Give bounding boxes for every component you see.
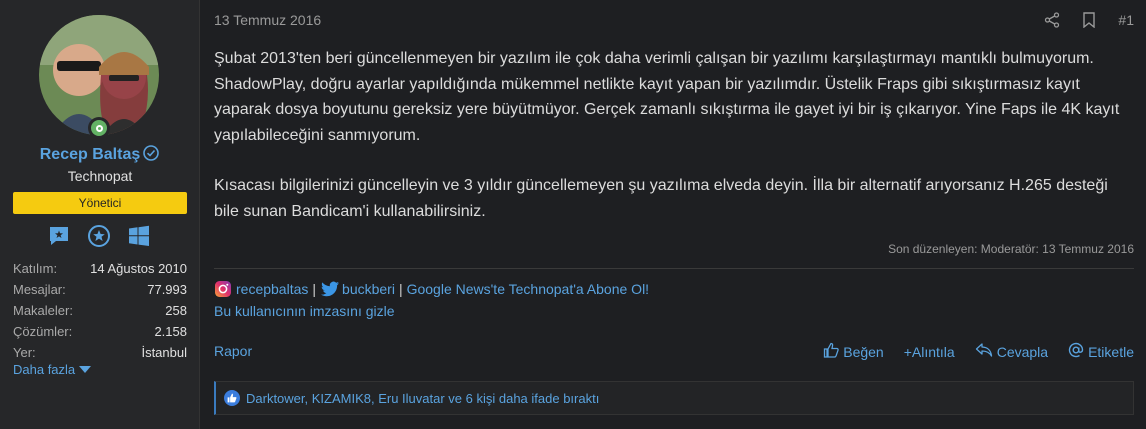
post-paragraph: Kısacası bilgilerinizi güncelleyin ve 3 … <box>214 177 1108 220</box>
reactions-text[interactable]: Darktower, KIZAMIK8, Eru Iluvatar ve 6 k… <box>246 391 599 406</box>
stat-value: İstanbul <box>141 345 187 360</box>
stat-value: 14 Ağustos 2010 <box>90 261 187 276</box>
reply-button[interactable]: Cevapla <box>975 342 1048 361</box>
username[interactable]: Recep Baltaş <box>0 144 200 167</box>
signature: recepbaltas | buckberi | Google News'te … <box>214 280 649 298</box>
verified-icon <box>142 144 160 167</box>
at-icon <box>1068 342 1084 361</box>
post-top-actions: #1 <box>1044 12 1134 28</box>
like-label: Beğen <box>843 343 884 360</box>
stat-value[interactable]: 2.158 <box>154 321 187 342</box>
post-number[interactable]: #1 <box>1118 12 1134 28</box>
hide-signature-link[interactable]: Bu kullanıcının imzasını gizle <box>214 303 395 319</box>
post-date[interactable]: 13 Temmuz 2016 <box>214 12 321 28</box>
star-badge-icon[interactable] <box>87 224 111 248</box>
separator: | <box>312 281 317 297</box>
stat-value[interactable]: 258 <box>165 300 187 321</box>
last-edited: Son düzenleyen: Moderatör: 13 Temmuz 201… <box>888 242 1134 256</box>
instagram-link[interactable]: recepbaltas <box>236 281 308 297</box>
share-icon[interactable] <box>1044 12 1060 28</box>
stat-label: Makaleler: <box>13 303 73 318</box>
thumbs-up-icon <box>823 342 839 361</box>
quote-label: +Alıntıla <box>903 343 955 360</box>
stat-row: Yer: İstanbul <box>13 342 187 363</box>
separator: | <box>398 281 403 297</box>
twitter-icon <box>320 280 340 298</box>
user-sidebar: Recep Baltaş Technopat Yönetici Katılım:… <box>0 0 200 429</box>
tag-label: Etiketle <box>1088 343 1134 360</box>
instagram-icon <box>214 280 232 298</box>
reply-label: Cevapla <box>996 343 1049 360</box>
user-title: Technopat <box>67 168 133 184</box>
comment-icon[interactable] <box>47 224 71 248</box>
like-button[interactable]: Beğen <box>823 342 884 361</box>
like-reaction-icon <box>224 390 240 406</box>
stat-label: Çözümler: <box>13 324 73 339</box>
stat-value[interactable]: 77.993 <box>147 279 187 300</box>
user-stats: Katılım: 14 Ağustos 2010 Mesajlar: 77.993 … <box>13 258 187 363</box>
windows-icon[interactable] <box>127 224 151 248</box>
google-news-link[interactable]: Google News'te Technopat'a Abone Ol! <box>407 281 649 297</box>
more-info-toggle[interactable]: Daha fazla <box>13 362 92 377</box>
stat-row: Mesajlar: 77.993 <box>13 279 187 300</box>
more-info-label: Daha fazla <box>13 362 76 377</box>
user-banners <box>47 224 151 248</box>
signature-divider <box>214 268 1134 269</box>
quote-button[interactable]: +Alıntıla <box>904 342 955 361</box>
post-paragraph: Şubat 2013'ten beri güncellenmeyen bir y… <box>214 50 1120 144</box>
role-badge: Yönetici <box>13 192 187 214</box>
caret-down-icon <box>79 362 92 377</box>
username-label: Recep Baltaş <box>39 146 141 163</box>
stat-label: Yer: <box>13 345 36 360</box>
stat-row: Katılım: 14 Ağustos 2010 <box>13 258 187 279</box>
report-link[interactable]: Rapor <box>214 343 252 359</box>
stat-row: Çözümler: 2.158 <box>13 321 187 342</box>
bookmark-icon[interactable] <box>1082 12 1096 28</box>
reply-icon <box>975 342 993 361</box>
post-body: Şubat 2013'ten beri güncellenmeyen bir y… <box>214 46 1134 249</box>
stat-row: Makaleler: 258 <box>13 300 187 321</box>
online-status-icon <box>88 117 110 139</box>
tag-button[interactable]: Etiketle <box>1068 342 1134 361</box>
stat-label: Katılım: <box>13 261 58 276</box>
reactions-bar[interactable]: Darktower, KIZAMIK8, Eru Iluvatar ve 6 k… <box>214 381 1134 415</box>
post-footer-actions: Beğen +Alıntıla Cevapla Etiketle <box>823 342 1134 361</box>
twitter-link[interactable]: buckberi <box>342 281 395 297</box>
stat-label: Mesajlar: <box>13 282 66 297</box>
